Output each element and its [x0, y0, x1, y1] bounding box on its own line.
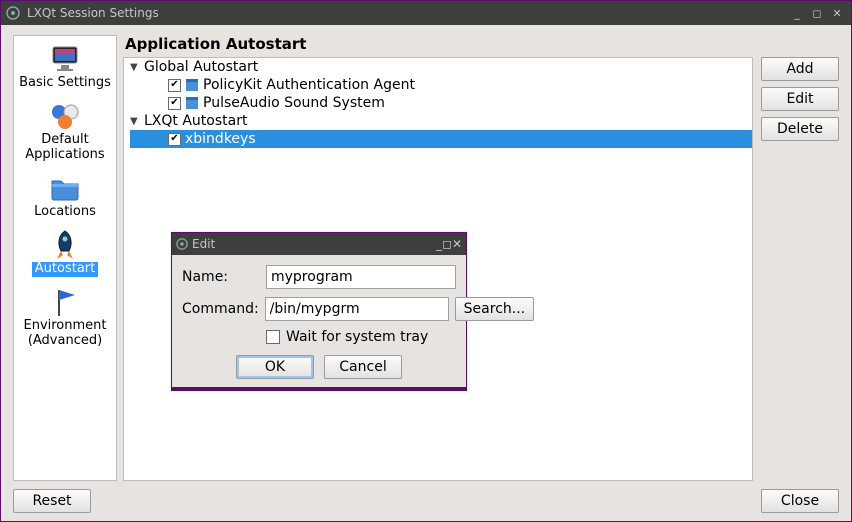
- checkbox-icon[interactable]: ✔: [168, 133, 181, 146]
- tree-item-xbindkeys[interactable]: ✔ xbindkeys: [130, 130, 752, 148]
- chevron-down-icon: ▼: [130, 62, 140, 73]
- dialog-title: Edit: [188, 237, 436, 251]
- sidebar-item-default-applications[interactable]: Default Applications: [14, 97, 116, 169]
- cancel-button[interactable]: Cancel: [324, 355, 402, 379]
- session-settings-window: LXQt Session Settings _ ◻ ✕ Basic Settin…: [0, 0, 852, 522]
- edit-button[interactable]: Edit: [761, 87, 839, 111]
- dialog-bottom-border: [172, 387, 466, 390]
- command-label: Command:: [182, 301, 259, 317]
- add-button[interactable]: Add: [761, 57, 839, 81]
- wait-checkbox[interactable]: [266, 330, 280, 344]
- dialog-command-row: Command: Search...: [182, 297, 456, 321]
- sidebar-item-label: Default Applications: [16, 133, 114, 163]
- window-title: LXQt Session Settings: [27, 6, 787, 20]
- sidebar-item-label: Locations: [34, 205, 96, 220]
- right-buttons: Add Edit Delete: [761, 57, 839, 481]
- edit-dialog: Edit _ ◻ ✕ Name: Command: Search... Wait…: [171, 232, 467, 391]
- dialog-close-button[interactable]: ✕: [452, 237, 462, 251]
- dialog-name-row: Name:: [182, 265, 456, 289]
- dialog-buttons: OK Cancel: [182, 355, 456, 379]
- page-title: Application Autostart: [123, 35, 839, 57]
- tree-item-policykit[interactable]: ✔ PolicyKit Authentication Agent: [130, 76, 752, 94]
- footer: Reset Close: [13, 481, 839, 513]
- tree-item-label: PulseAudio Sound System: [203, 95, 385, 111]
- tree-group-label: Global Autostart: [144, 59, 258, 75]
- sidebar-item-label: Environment (Advanced): [16, 319, 114, 349]
- tree-item-pulseaudio[interactable]: ✔ PulseAudio Sound System: [130, 94, 752, 112]
- window-icon: [185, 96, 199, 110]
- dialog-wait-row[interactable]: Wait for system tray: [266, 329, 456, 345]
- dialog-titlebar: Edit _ ◻ ✕: [172, 233, 466, 255]
- reset-button[interactable]: Reset: [13, 489, 91, 513]
- name-input[interactable]: [266, 265, 456, 289]
- wait-label: Wait for system tray: [286, 329, 428, 345]
- checkbox-icon[interactable]: ✔: [168, 97, 181, 110]
- tree-item-label: PolicyKit Authentication Agent: [203, 77, 415, 93]
- sidebar-item-environment[interactable]: Environment (Advanced): [14, 283, 116, 355]
- tree-group-header[interactable]: ▼ LXQt Autostart: [130, 112, 752, 130]
- ok-button[interactable]: OK: [236, 355, 314, 379]
- window-icon: [185, 78, 199, 92]
- titlebar: LXQt Session Settings _ ◻ ✕: [1, 1, 851, 25]
- app-icon: [176, 238, 188, 250]
- tree-group-label: LXQt Autostart: [144, 113, 247, 129]
- tree-group-header[interactable]: ▼ Global Autostart: [130, 58, 752, 76]
- sidebar-item-basic-settings[interactable]: Basic Settings: [14, 40, 116, 97]
- sidebar-item-locations[interactable]: Locations: [14, 169, 116, 226]
- flag-icon: [49, 286, 81, 318]
- tree-group-global: ▼ Global Autostart ✔ PolicyKit Authentic…: [124, 58, 752, 112]
- sidebar-item-label: Basic Settings: [19, 76, 111, 91]
- close-button[interactable]: Close: [761, 489, 839, 513]
- app-icon: [5, 5, 21, 21]
- tree-group-lxqt: ▼ LXQt Autostart ✔ xbindkeys: [124, 112, 752, 148]
- checkbox-icon[interactable]: ✔: [168, 79, 181, 92]
- command-input[interactable]: [265, 297, 449, 321]
- name-label: Name:: [182, 269, 260, 285]
- content-area: Basic Settings Default Applications Loca…: [1, 25, 851, 521]
- sidebar-item-label: Autostart: [32, 262, 98, 277]
- tree-item-label: xbindkeys: [185, 131, 256, 147]
- close-window-button[interactable]: ✕: [827, 3, 847, 23]
- folder-icon: [49, 172, 81, 204]
- chevron-down-icon: ▼: [130, 116, 140, 127]
- maximize-button[interactable]: ◻: [807, 3, 827, 23]
- settings-sidebar: Basic Settings Default Applications Loca…: [13, 35, 117, 481]
- delete-button[interactable]: Delete: [761, 117, 839, 141]
- sidebar-item-autostart[interactable]: Autostart: [14, 226, 116, 283]
- minimize-button[interactable]: _: [787, 3, 807, 23]
- search-button[interactable]: Search...: [455, 297, 534, 321]
- monitor-icon: [49, 43, 81, 75]
- dialog-body: Name: Command: Search... Wait for system…: [172, 255, 466, 387]
- apps-icon: [49, 100, 81, 132]
- dialog-maximize-button[interactable]: ◻: [442, 237, 452, 251]
- rocket-icon: [49, 229, 81, 261]
